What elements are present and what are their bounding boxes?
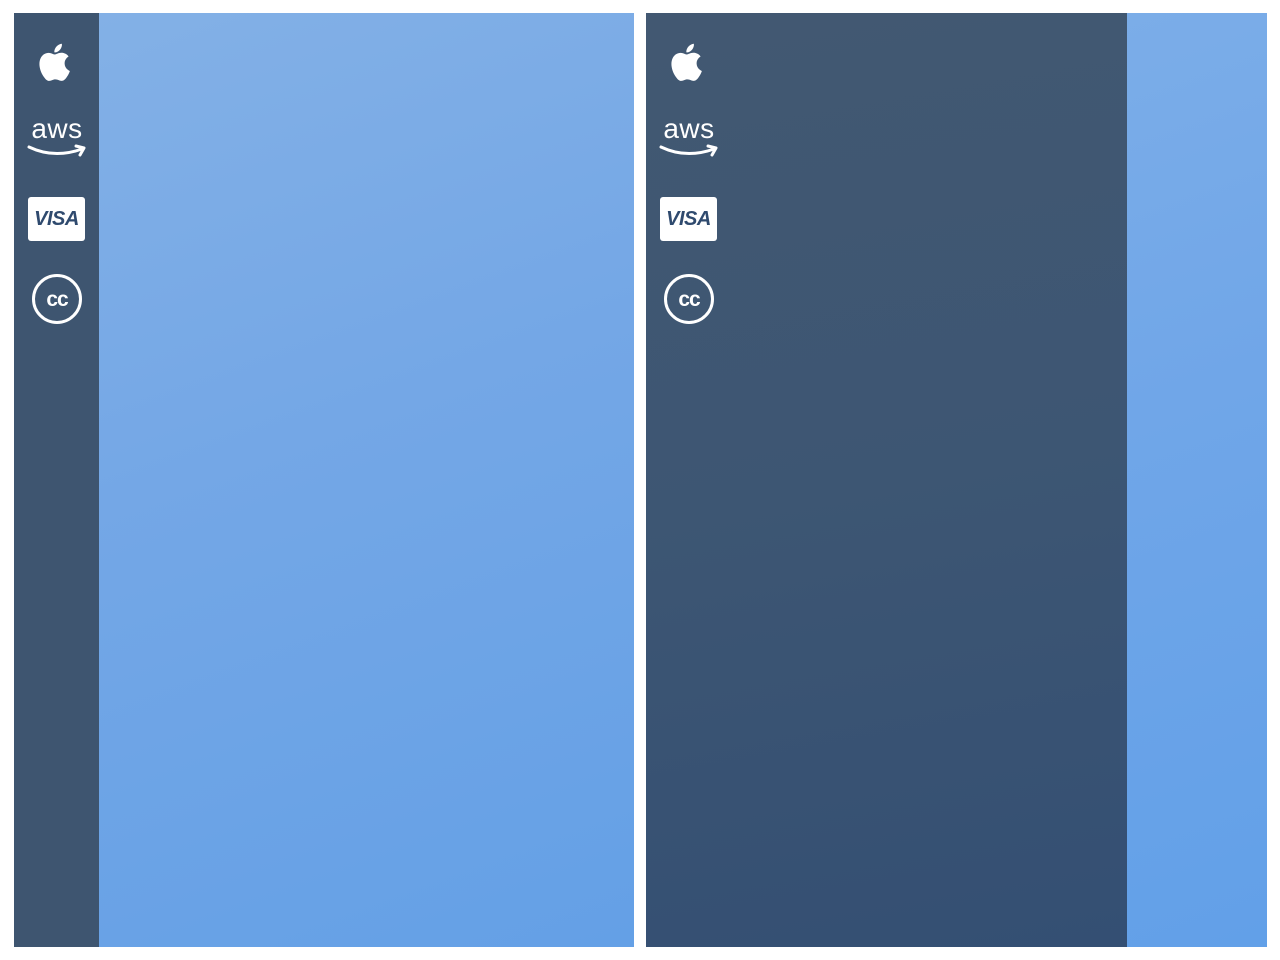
aws-smile-icon	[27, 144, 86, 157]
cc-ring: cc	[664, 274, 714, 324]
visa-card: VISA	[660, 197, 717, 241]
aws-icon-label: aws	[663, 113, 715, 144]
aws-smile-icon	[659, 144, 718, 157]
sidebar-collapsed: aws VISA cc	[14, 13, 99, 947]
visa-icon-label: VISA	[34, 207, 79, 230]
visa-card: VISA	[28, 197, 85, 241]
aws-icon[interactable]: aws	[656, 113, 722, 163]
right-panel: aws VISA cc	[646, 13, 1267, 947]
visa-icon[interactable]: VISA	[28, 197, 85, 241]
visa-icon[interactable]: VISA	[660, 197, 717, 241]
apple-icon[interactable]	[37, 39, 77, 85]
apple-icon[interactable]	[669, 39, 709, 85]
visa-icon-label: VISA	[666, 207, 711, 230]
aws-icon-label: aws	[31, 113, 83, 144]
creative-commons-icon[interactable]: cc	[32, 274, 82, 324]
cc-icon-label: cc	[678, 287, 700, 311]
aws-icon[interactable]: aws	[24, 113, 90, 163]
cc-ring: cc	[32, 274, 82, 324]
left-panel: aws VISA cc	[14, 13, 634, 947]
cc-icon-label: cc	[46, 287, 68, 311]
sidebar-expanded: aws VISA cc	[646, 13, 1127, 947]
creative-commons-icon[interactable]: cc	[664, 274, 714, 324]
